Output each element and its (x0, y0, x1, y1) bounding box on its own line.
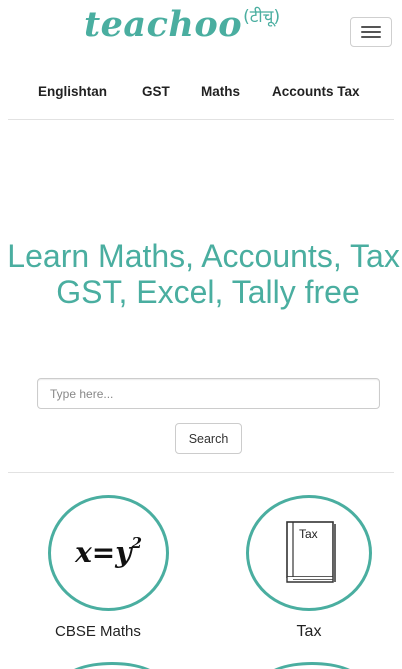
search-input[interactable] (37, 378, 380, 409)
tax-book-label: Tax (299, 527, 318, 541)
main-nav: Englishtan GST Maths Accounts Tax (0, 78, 402, 108)
nav-item-gst[interactable]: GST (142, 84, 170, 99)
tax-label[interactable]: Tax (289, 623, 329, 641)
hamburger-icon (361, 36, 381, 38)
tax-book-icon: Tax (286, 521, 336, 583)
search-button[interactable]: Search (175, 423, 242, 454)
site-header: teachoo (टीचू) (0, 0, 402, 60)
site-logo[interactable]: teachoo (टीचू) (84, 4, 280, 50)
formula-exponent: 2 (131, 533, 142, 552)
search-divider (8, 472, 394, 473)
tax-card[interactable]: Tax (246, 495, 372, 611)
logo-suffix: (टीचू) (243, 7, 281, 27)
nav-divider (8, 119, 394, 120)
hamburger-icon (361, 26, 381, 28)
hamburger-menu-button[interactable] (350, 17, 392, 47)
cbse-maths-label[interactable]: CBSE Maths (55, 623, 165, 640)
logo-text: teachoo (84, 4, 243, 45)
formula-icon: x=y2 (51, 498, 166, 608)
hamburger-icon (361, 31, 381, 33)
cbse-maths-card[interactable]: x=y2 (48, 495, 169, 611)
nav-item-maths[interactable]: Maths (201, 84, 240, 99)
next-category-card-left[interactable] (62, 662, 162, 669)
formula-text: x=y (75, 535, 132, 569)
hero-title: Learn Maths, Accounts, Tax, GST, Excel, … (7, 238, 402, 310)
nav-item-englishtan[interactable]: Englishtan (38, 84, 107, 99)
nav-item-accounts-tax[interactable]: Accounts Tax (272, 84, 360, 99)
next-category-card-right[interactable] (262, 662, 362, 669)
